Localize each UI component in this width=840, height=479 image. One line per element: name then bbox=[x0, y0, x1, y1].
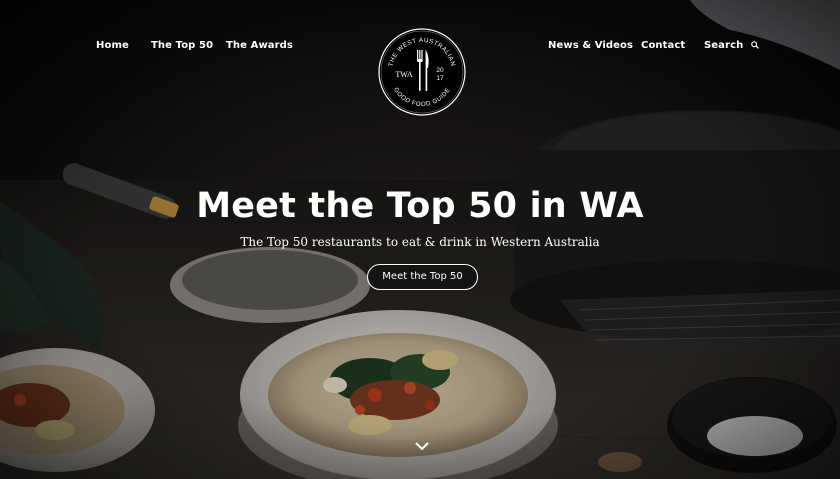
logo-year-bottom: 17 bbox=[436, 75, 444, 82]
logo-monogram: TWA bbox=[395, 70, 413, 79]
hero-subheading: The Top 50 restaurants to eat & drink in… bbox=[240, 235, 600, 249]
hero-section: Home The Top 50 The Awards News & Videos… bbox=[0, 0, 840, 479]
chevron-down-icon[interactable] bbox=[414, 440, 430, 452]
hero-headline: Meet the Top 50 in WA bbox=[196, 186, 644, 226]
logo-year-top: 20 bbox=[436, 67, 444, 74]
nav-the-top-50[interactable]: The Top 50 bbox=[151, 40, 213, 51]
search-icon bbox=[751, 41, 759, 49]
nav-search[interactable]: Search bbox=[704, 40, 759, 51]
nav-home[interactable]: Home bbox=[96, 40, 129, 51]
search-label: Search bbox=[704, 40, 744, 51]
meet-top-50-button[interactable]: Meet the Top 50 bbox=[367, 264, 478, 290]
nav-news-videos[interactable]: News & Videos bbox=[548, 40, 633, 51]
nav-the-awards[interactable]: The Awards bbox=[226, 40, 293, 51]
nav-contact[interactable]: Contact bbox=[641, 40, 685, 51]
good-food-guide-logo[interactable]: THE WEST AUSTRALIAN GOOD FOOD GUIDE TWA … bbox=[378, 28, 466, 116]
